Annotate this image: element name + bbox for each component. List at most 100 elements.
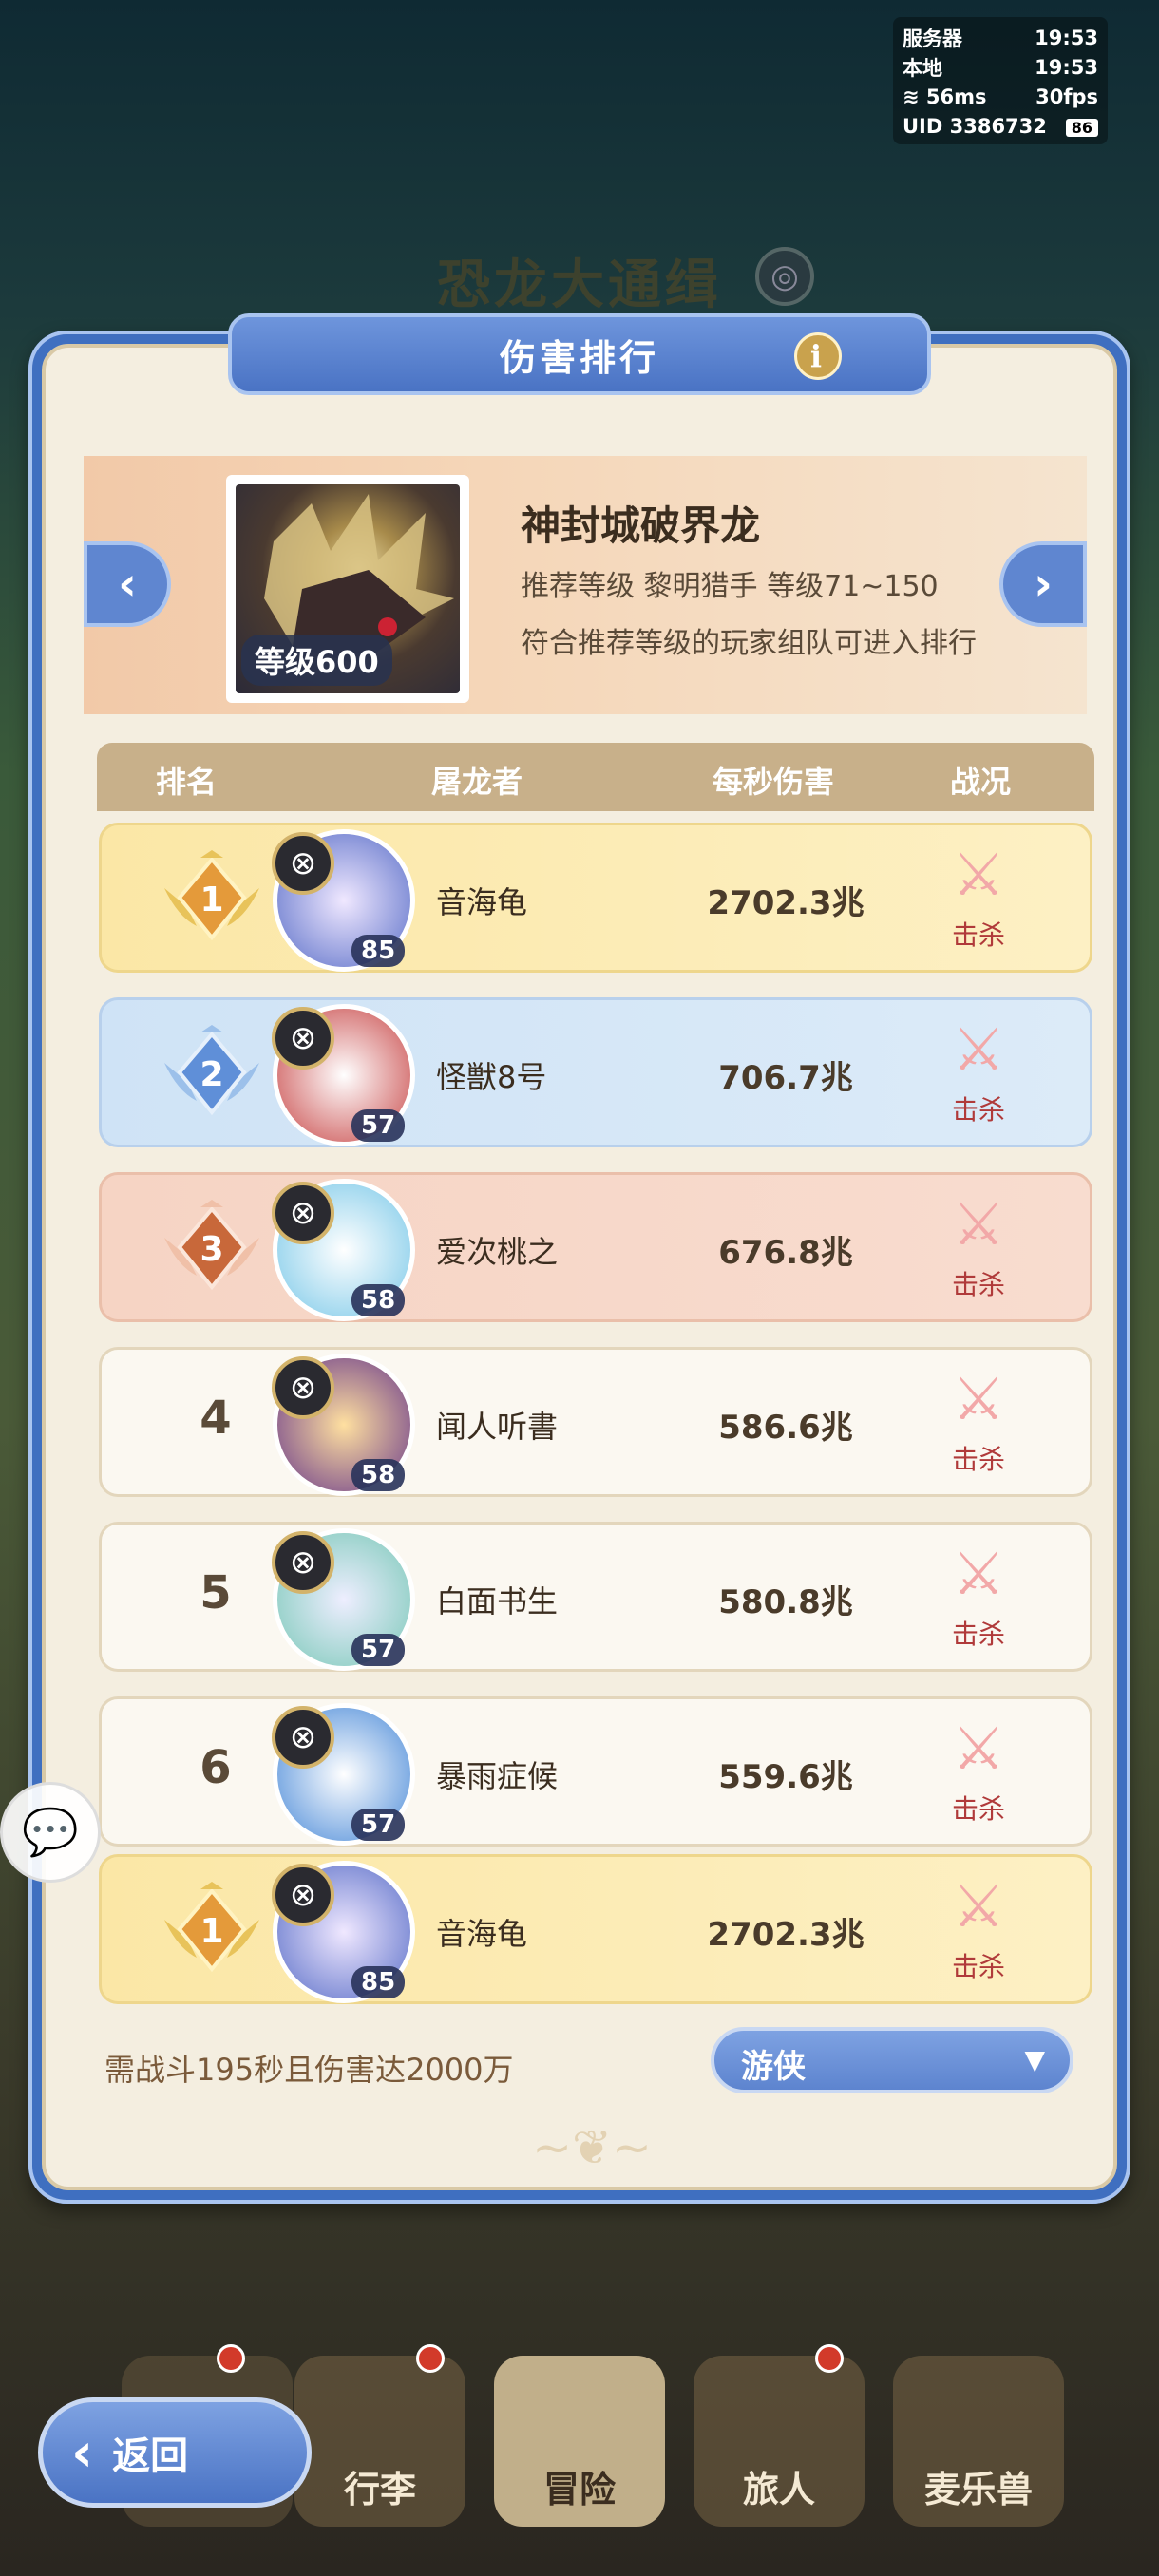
chat-icon[interactable]: 💬 [0, 1782, 101, 1883]
rank-number: 5 [200, 1566, 232, 1619]
battery-icon: 86 [1065, 118, 1098, 137]
player-name: 音海龟 [436, 1916, 528, 1952]
rank-number: 1 [200, 881, 223, 919]
ranking-table-header: 排名 屠龙者 每秒伤害 战况 [97, 743, 1094, 811]
dragon-image: 等级600 [236, 484, 460, 693]
player-dps: 559.6兆 [718, 1758, 853, 1796]
chevron-right-icon: › [1034, 558, 1053, 611]
ranger-class-icon: ⊗ [272, 1864, 334, 1926]
result-label: 击杀 [951, 1619, 1005, 1650]
player-level: 85 [352, 935, 406, 967]
my-ranking-row[interactable]: 1 ⊗ 85 音海龟 2702.3兆 ⚔ 击杀 [99, 1854, 1092, 2004]
player-dps: 2702.3兆 [707, 884, 864, 922]
player-level: 58 [352, 1284, 406, 1316]
ranking-row[interactable]: 2 ⊗ 57 怪獣8号 706.7兆 ⚔ 击杀 [99, 997, 1092, 1147]
tab-label: 冒险 [542, 2469, 616, 2510]
server-label: 服务器 [902, 27, 962, 50]
gold-medal-icon: 1 [164, 1882, 259, 1973]
boss-level-badge: 等级600 [241, 635, 392, 686]
silver-medal-icon: 2 [164, 1025, 259, 1116]
result-label: 击杀 [951, 919, 1005, 951]
avatar[interactable]: ⊗ 57 [272, 1703, 415, 1846]
status-overlay: 服务器 19:53 本地 19:53 ≋ 56ms 30fps UID 3386732… [893, 17, 1108, 144]
tab-pets[interactable]: 麦乐兽 [893, 2356, 1064, 2527]
boss-recommend: 推荐等级 黎明猎手 等级71~150 [521, 570, 939, 603]
prev-boss-button[interactable]: ‹ [84, 541, 171, 627]
boss-portrait: 等级600 [226, 475, 469, 703]
notification-dot [416, 2344, 445, 2373]
job-class-select[interactable]: 游侠 ▼ [711, 2027, 1074, 2093]
back-arrow-icon: ‹ [71, 2421, 94, 2484]
bronze-medal-icon: 3 [164, 1200, 259, 1291]
result-label: 击杀 [951, 1793, 1005, 1825]
ranger-class-icon: ⊗ [272, 1007, 334, 1070]
ping: 56ms [925, 85, 987, 108]
avatar[interactable]: ⊗ 58 [272, 1179, 415, 1321]
job-select-value: 游侠 [741, 2048, 806, 2086]
back-button[interactable]: ‹ 返回 [38, 2397, 312, 2508]
dragon-kill-icon: ⚔ [952, 1014, 1005, 1084]
dragon-kill-icon: ⚔ [952, 1189, 1005, 1259]
result-label: 击杀 [951, 1094, 1005, 1126]
ranking-row[interactable]: 6 ⊗ 57 暴雨症候 559.6兆 ⚔ 击杀 [99, 1696, 1092, 1847]
player-level: 58 [352, 1459, 406, 1491]
ranking-row[interactable]: 4 ⊗ 58 闻人听書 586.6兆 ⚔ 击杀 [99, 1347, 1092, 1497]
header-dps: 每秒伤害 [712, 764, 835, 800]
uid: UID 3386732 [902, 114, 1047, 138]
chevron-down-icon: ▼ [1024, 2044, 1045, 2075]
server-time: 19:53 [1035, 26, 1098, 49]
background-title: 恐龙大通缉 [437, 255, 722, 316]
player-name: 爱次桃之 [436, 1234, 559, 1270]
avatar[interactable]: ⊗ 58 [272, 1354, 415, 1496]
dragon-kill-icon: ⚔ [952, 1364, 1005, 1433]
chevron-left-icon: ‹ [118, 558, 137, 611]
fps: 30fps [1036, 85, 1098, 108]
player-dps: 2702.3兆 [707, 1916, 864, 1954]
requirement-text: 需战斗195秒且伤害达2000万 [104, 2052, 514, 2088]
local-label: 本地 [902, 56, 942, 80]
ranger-class-icon: ⊗ [272, 1356, 334, 1419]
ranking-row[interactable]: 5 ⊗ 57 白面书生 580.8兆 ⚔ 击杀 [99, 1522, 1092, 1672]
notification-dot [815, 2344, 844, 2373]
player-name: 怪獣8号 [436, 1059, 547, 1095]
local-time: 19:53 [1035, 55, 1098, 79]
boss-name: 神封城破界龙 [521, 502, 761, 549]
player-dps: 586.6兆 [718, 1409, 853, 1447]
player-level: 85 [352, 1966, 406, 1998]
tab-label: 麦乐兽 [923, 2469, 1033, 2510]
ranking-row[interactable]: 1 ⊗ 85 音海龟 2702.3兆 ⚔ 击杀 [99, 823, 1092, 973]
tab-traveler[interactable]: 旅人 [694, 2356, 864, 2527]
ranger-class-icon: ⊗ [272, 832, 334, 895]
wifi-icon: ≋ [902, 85, 926, 108]
dragon-kill-icon: ⚔ [952, 1871, 1005, 1941]
result-label: 击杀 [951, 1444, 1005, 1475]
avatar[interactable]: ⊗ 85 [272, 1861, 415, 2003]
tab-adventure[interactable]: 冒险 [494, 2356, 665, 2527]
player-level: 57 [352, 1109, 406, 1142]
next-boss-button[interactable]: › [999, 541, 1087, 627]
tab-label: 旅人 [742, 2469, 815, 2510]
result-label: 击杀 [951, 1951, 1005, 1982]
ranking-list[interactable]: 1 ⊗ 85 音海龟 2702.3兆 ⚔ 击杀 2 ⊗ 57 怪獣8号 706.… [46, 823, 1113, 1892]
dragon-kill-icon: ⚔ [952, 1539, 1005, 1608]
header-result: 战况 [950, 764, 1012, 800]
player-dps: 706.7兆 [718, 1059, 853, 1097]
gold-medal-icon: 1 [164, 850, 259, 941]
notification-dot [217, 2344, 245, 2373]
avatar[interactable]: ⊗ 57 [272, 1004, 415, 1146]
player-dps: 580.8兆 [718, 1583, 853, 1621]
ranger-class-icon: ⊗ [272, 1706, 334, 1769]
ranger-class-icon: ⊗ [272, 1531, 334, 1594]
tab-label: 行李 [343, 2469, 416, 2510]
ranking-row[interactable]: 3 ⊗ 58 爱次桃之 676.8兆 ⚔ 击杀 [99, 1172, 1092, 1322]
player-level: 57 [352, 1809, 406, 1841]
tab-luggage[interactable]: 行李 [294, 2356, 466, 2527]
info-icon[interactable]: i [794, 332, 842, 380]
player-name: 闻人听書 [436, 1409, 559, 1445]
rank-number: 3 [200, 1230, 223, 1269]
rank-number: 1 [200, 1912, 223, 1951]
rank-number: 4 [200, 1392, 232, 1445]
avatar[interactable]: ⊗ 57 [272, 1528, 415, 1671]
player-name: 白面书生 [436, 1583, 559, 1619]
avatar[interactable]: ⊗ 85 [272, 829, 415, 972]
